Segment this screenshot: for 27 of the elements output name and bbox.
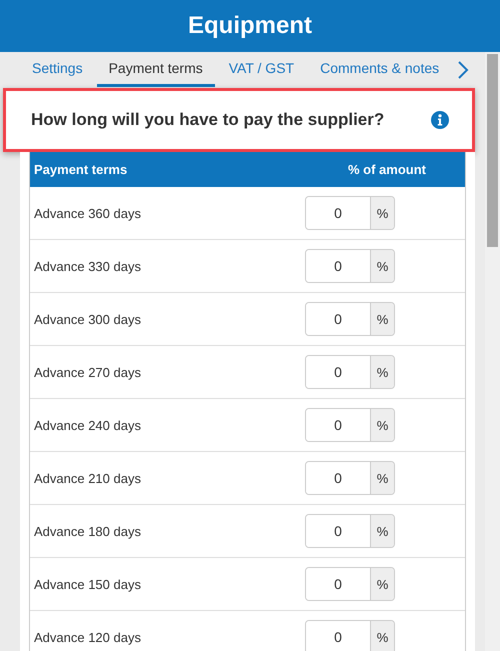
percent-field[interactable]: 0 % (305, 249, 395, 283)
column-header: % of amount (347, 162, 427, 177)
term-label: Advance 180 days (33, 524, 142, 538)
page-title: Equipment (188, 12, 312, 40)
percent-field[interactable]: 0 % (305, 461, 395, 495)
info-icon[interactable] (431, 111, 449, 129)
column-header: Payment terms (33, 162, 128, 177)
term-label: Advance 150 days (33, 576, 142, 592)
term-label: Advance 210 days (33, 470, 142, 486)
percent-field[interactable]: 0 % (305, 196, 395, 230)
percent-field[interactable]: 0 % (305, 302, 395, 336)
tab[interactable]: VAT / GST (216, 52, 306, 87)
term-label: Advance 300 days (33, 312, 142, 326)
term-label: Advance 240 days (33, 418, 142, 432)
tab[interactable]: Settings (20, 52, 95, 87)
percent-field[interactable]: 0 % (305, 514, 395, 548)
percent-field[interactable]: 0 % (305, 355, 395, 389)
term-label: Advance 330 days (33, 258, 142, 274)
percent-field[interactable]: 0 % (305, 620, 395, 651)
percent-field[interactable]: 0 % (305, 567, 395, 601)
scrollbar[interactable] (485, 52, 500, 651)
term-label: Advance 120 days (33, 630, 142, 644)
term-label: Advance 360 days (33, 206, 142, 220)
percent-field[interactable]: 0 % (305, 408, 395, 442)
term-label: Advance 270 days (33, 364, 142, 380)
tab[interactable]: Comments & notes (308, 52, 452, 87)
question-text: How long will you have to pay the supplier? (31, 110, 384, 130)
